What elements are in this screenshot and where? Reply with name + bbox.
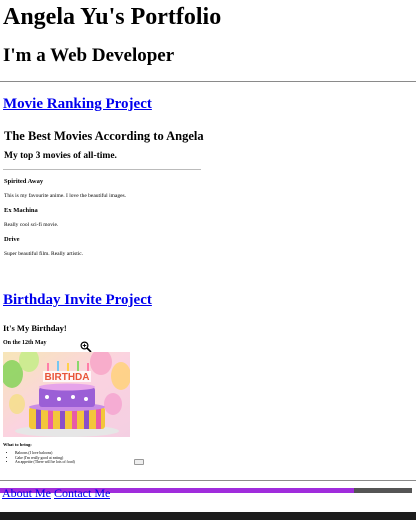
page-subtitle: I'm a Web Developer — [3, 45, 175, 66]
bring-list: Baloons (I love baloons) Cake (I'm reall… — [9, 451, 75, 465]
birthday-heading: It's My Birthday! — [3, 323, 67, 333]
cake-banner-text: BIRTHDA — [45, 372, 90, 383]
birthday-cake-image: BIRTHDA — [3, 352, 130, 437]
about-me-link[interactable]: About Me — [2, 487, 51, 499]
bottom-bar — [0, 512, 416, 520]
movie-divider — [3, 169, 201, 170]
page-title: Angela Yu's Portfolio — [3, 4, 222, 30]
movie-heading: The Best Movies According to Angela — [4, 129, 204, 143]
movie-project-link[interactable]: Movie Ranking Project — [3, 96, 152, 113]
footer-divider — [0, 480, 416, 481]
birthday-project-link[interactable]: Birthday Invite Project — [3, 292, 152, 309]
contact-me-link[interactable]: Contact Me — [54, 487, 110, 499]
movie-title: Drive — [4, 236, 20, 243]
divider — [0, 81, 416, 82]
birthday-date: On the 12th May — [3, 340, 47, 346]
bring-label: What to bring: — [3, 442, 32, 447]
movie-description: Really cool sci-fi movie. — [4, 222, 59, 228]
movie-title: Ex Machina — [4, 207, 38, 214]
list-item: An appetite (There will be lots of food) — [15, 460, 75, 465]
movie-title: Spirited Away — [4, 178, 44, 185]
movie-description: Super beautiful film. Really artistic. — [4, 251, 84, 257]
movie-project-frame: The Best Movies According to Angela My t… — [0, 120, 416, 270]
movie-description: This is my favourite anime. I love the b… — [4, 193, 127, 199]
scroll-indicator-icon[interactable] — [134, 459, 144, 465]
movie-subheading: My top 3 movies of all-time. — [4, 151, 117, 161]
birthday-project-frame: It's My Birthday! On the 12th May BIRTHD… — [0, 318, 416, 476]
footer-nav: About Me Contact Me — [2, 487, 110, 499]
